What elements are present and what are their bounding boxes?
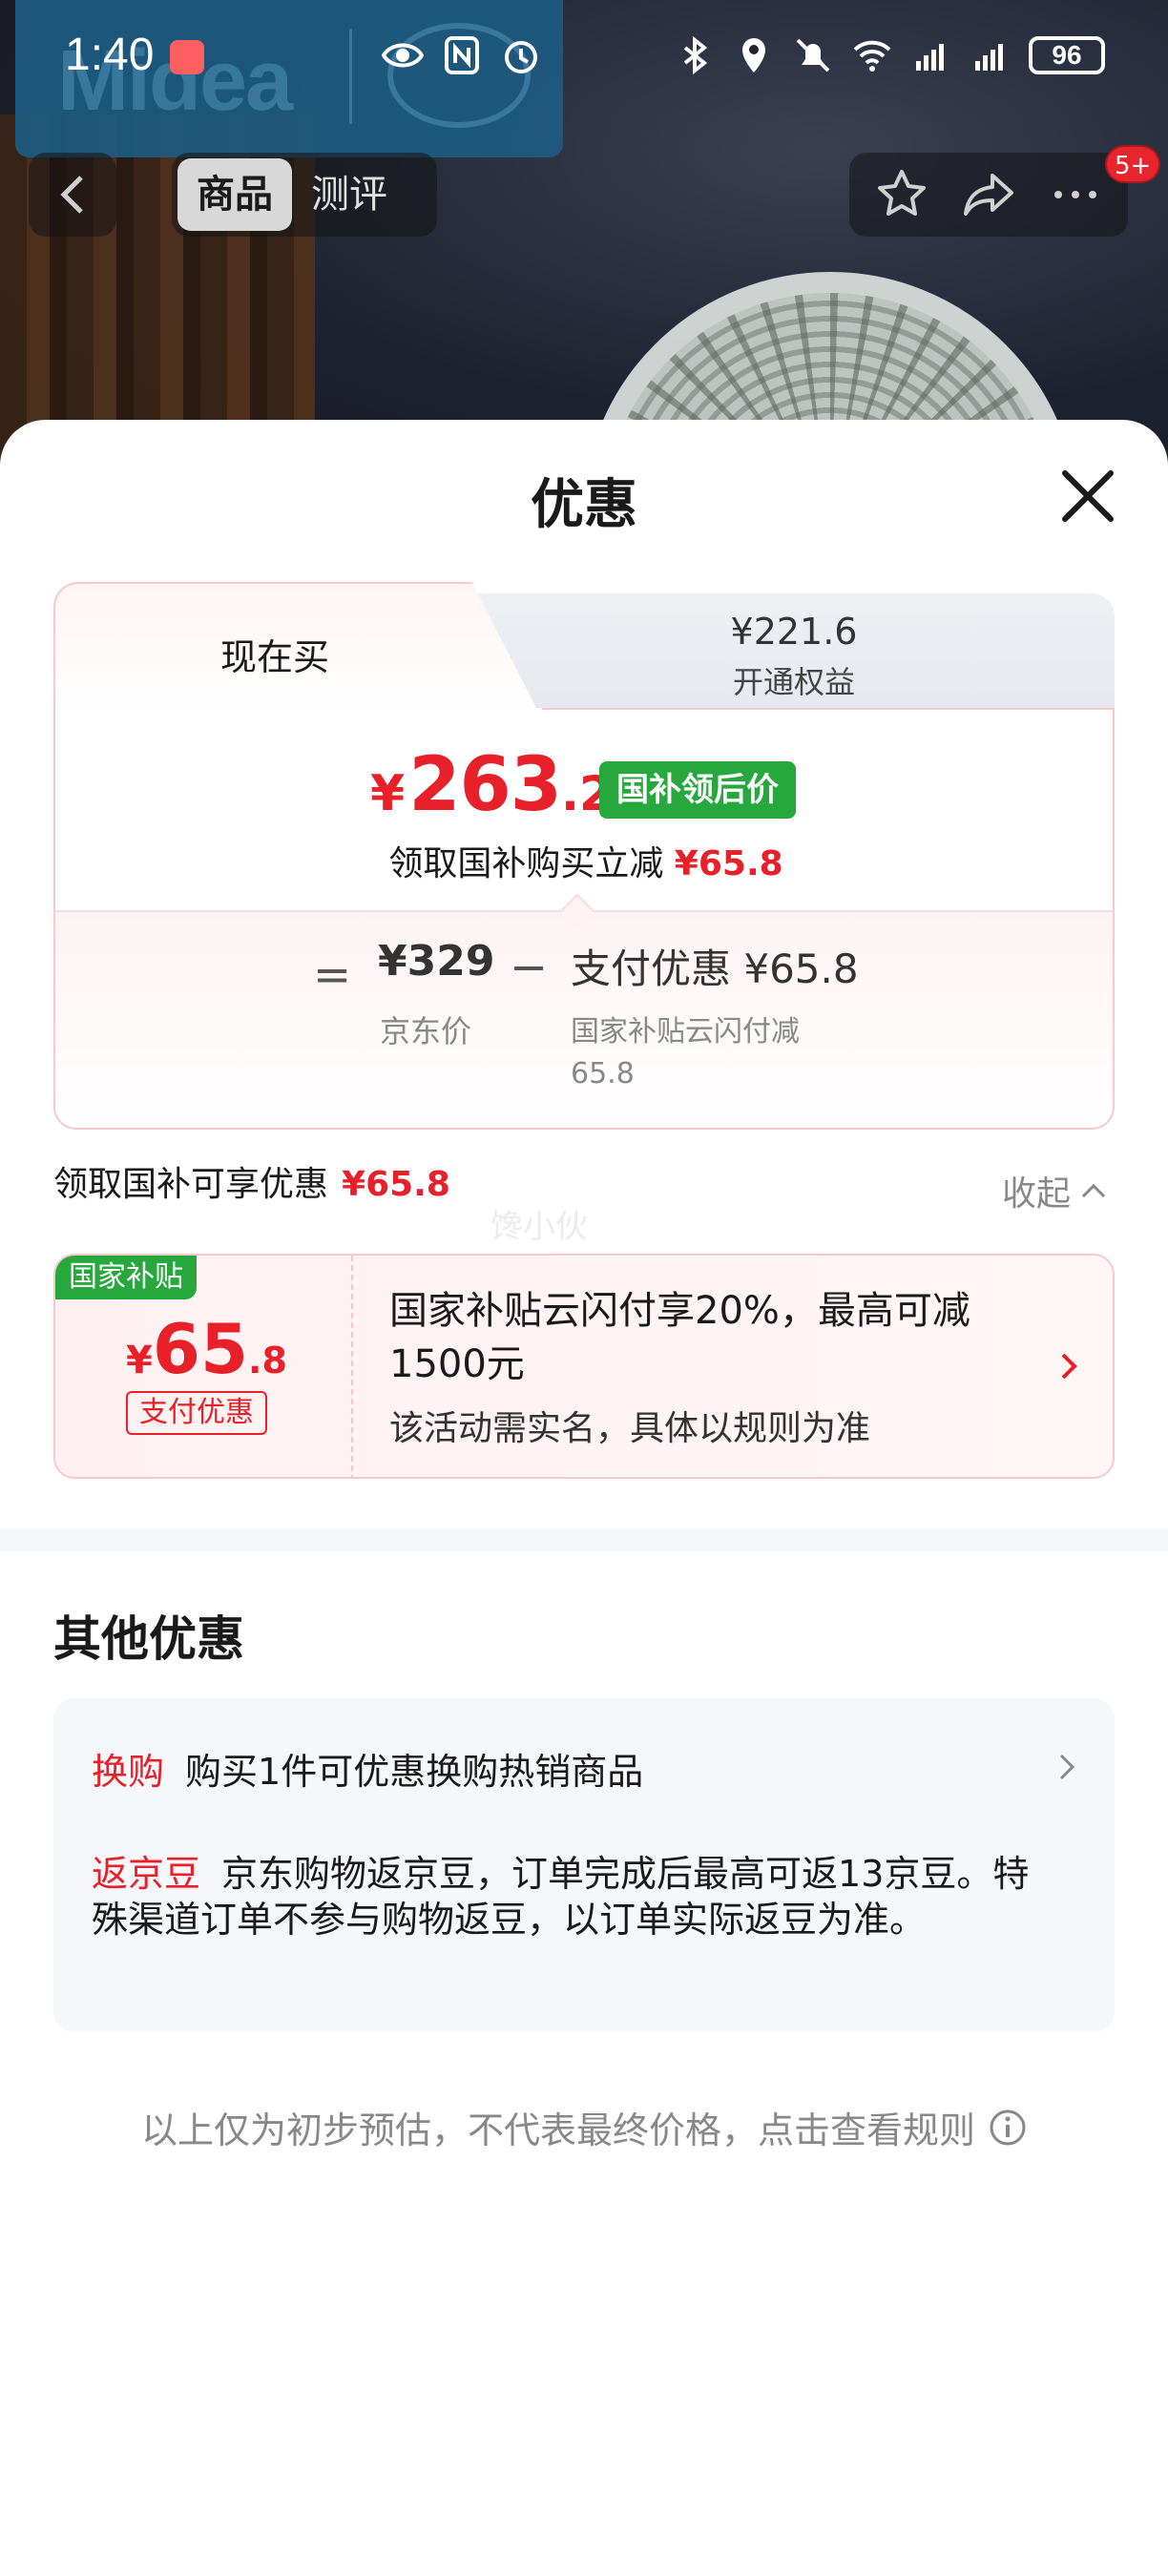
final-price: ¥ 263 .2 — [370, 742, 613, 828]
member-price-tab[interactable]: ¥221.6 开通权益 — [473, 593, 1115, 712]
sheet-title: 优惠 — [531, 474, 637, 536]
list-price-label: 京东价 — [380, 1013, 472, 1049]
status-time: 1:40 — [65, 30, 155, 80]
nav-action-group — [849, 153, 1128, 237]
offer-text: 京东购物返京豆，订单完成后最高可返13京豆。特殊渠道订单不参与购物返豆，以订单实… — [92, 1853, 1030, 1941]
nav-tab-group: 商品 测评 — [172, 153, 437, 237]
collapse-button[interactable]: 收起 — [1002, 1166, 1107, 1215]
chevron-right-icon[interactable] — [1050, 1750, 1084, 1784]
alarm-icon — [505, 41, 537, 73]
subsidy-price-tag: 国补领后价 — [599, 761, 796, 819]
close-icon[interactable] — [1053, 462, 1122, 530]
pay-discount: 支付优惠 ¥65.8 — [571, 945, 859, 992]
tab-product[interactable]: 商品 — [177, 158, 292, 231]
status-bar: 1:40 96 — [0, 0, 1168, 114]
coupon-amount: ¥ 65 .8 — [126, 1309, 287, 1389]
price-breakdown: ¥ 263 .2 国补领后价 领取国补购买立减 ¥65.8 = ¥329 京东价… — [53, 708, 1115, 1130]
pay-discount-label: 国家补贴云闪付减65.8 — [571, 1015, 800, 1091]
member-price: ¥221.6 — [730, 611, 858, 653]
share-icon[interactable] — [960, 166, 1017, 223]
jd-beans-offer: 返京豆 京东购物返京豆，订单完成后最高可返13京豆。特殊渠道订单不参与购物返豆，以… — [92, 1851, 1055, 1942]
buy-now-tab-label: 现在买 — [219, 636, 329, 678]
eye-icon — [382, 43, 424, 68]
mute-icon — [796, 38, 830, 73]
subsidy-coupon[interactable]: 国家补贴 ¥ 65 .8 支付优惠 国家补贴云闪付享20%，最高可减1500元 … — [53, 1254, 1115, 1479]
coupon-type-tag: 支付优惠 — [126, 1391, 267, 1435]
back-button[interactable] — [29, 153, 116, 237]
tab-review[interactable]: 测评 — [292, 158, 407, 231]
list-price: ¥329 — [378, 937, 495, 986]
trade-up-offer[interactable]: 换购 购买1件可优惠换购热销商品 — [92, 1742, 643, 1795]
notification-icon — [170, 40, 204, 74]
national-subsidy-tag: 国家补贴 — [55, 1256, 197, 1299]
signal-4g-icon — [916, 44, 944, 71]
coupon-description: 国家补贴云闪付享20%，最高可减1500元 — [389, 1289, 970, 1386]
coupon-note: 该活动需实名，具体以规则为准 — [389, 1409, 871, 1448]
subsidy-summary-amount: ¥65.8 — [342, 1165, 450, 1204]
message-count-badge: 5+ — [1105, 145, 1161, 183]
offer-text: 购买1件可优惠换购热销商品 — [185, 1751, 644, 1793]
signal-4g-icon-2 — [975, 44, 1003, 71]
nfc-icon — [445, 36, 479, 74]
price-calculation: = ¥329 京东价 − 支付优惠 ¥65.8 国家补贴云闪付减65.8 — [55, 893, 1113, 1128]
bluetooth-icon — [683, 35, 708, 75]
price-card: ¥221.6 开通权益 现在买 ¥ 263 .2 国补领后价 领取国补购买立减 … — [53, 582, 1115, 1130]
member-price-label: 开通权益 — [732, 664, 855, 700]
other-offers-list: 换购 购买1件可优惠换购热销商品 返京豆 京东购物返京豆，订单完成后最高可返13京豆… — [53, 1698, 1115, 2032]
discount-sheet: 优惠 ¥221.6 开通权益 现在买 ¥ 263 .2 国补领后价 领取国补购买… — [0, 420, 1168, 2576]
instant-discount-line: 领取国补购买立减 ¥65.8 — [388, 844, 783, 883]
buy-now-tab[interactable]: 现在买 — [53, 582, 540, 716]
top-navigation: 商品 测评 5+ — [0, 145, 1168, 239]
chevron-up-icon — [1081, 1183, 1106, 1198]
star-favorite-icon[interactable] — [873, 166, 930, 223]
instant-discount-amount: ¥65.8 — [674, 844, 783, 883]
chevron-left-icon — [60, 176, 83, 214]
section-divider — [0, 1528, 1168, 1551]
watermark-text: 馋小伙 — [490, 1208, 588, 1246]
price-disclaimer-link[interactable]: 以上仅为初步预估，不代表最终价格，点击查看规则 — [0, 2101, 1168, 2153]
more-icon[interactable] — [1047, 166, 1104, 223]
wifi-icon — [853, 40, 891, 72]
offer-kind: 换购 — [92, 1751, 165, 1793]
chevron-right-icon — [1061, 1353, 1077, 1380]
location-icon — [742, 38, 765, 73]
offer-kind: 返京豆 — [92, 1853, 201, 1895]
info-icon — [990, 2109, 1026, 2145]
other-offers-title: 其他优惠 — [53, 1611, 244, 1667]
battery-indicator: 96 — [1029, 36, 1105, 74]
subsidy-summary: 领取国补可享优惠 ¥65.8 — [53, 1165, 450, 1204]
